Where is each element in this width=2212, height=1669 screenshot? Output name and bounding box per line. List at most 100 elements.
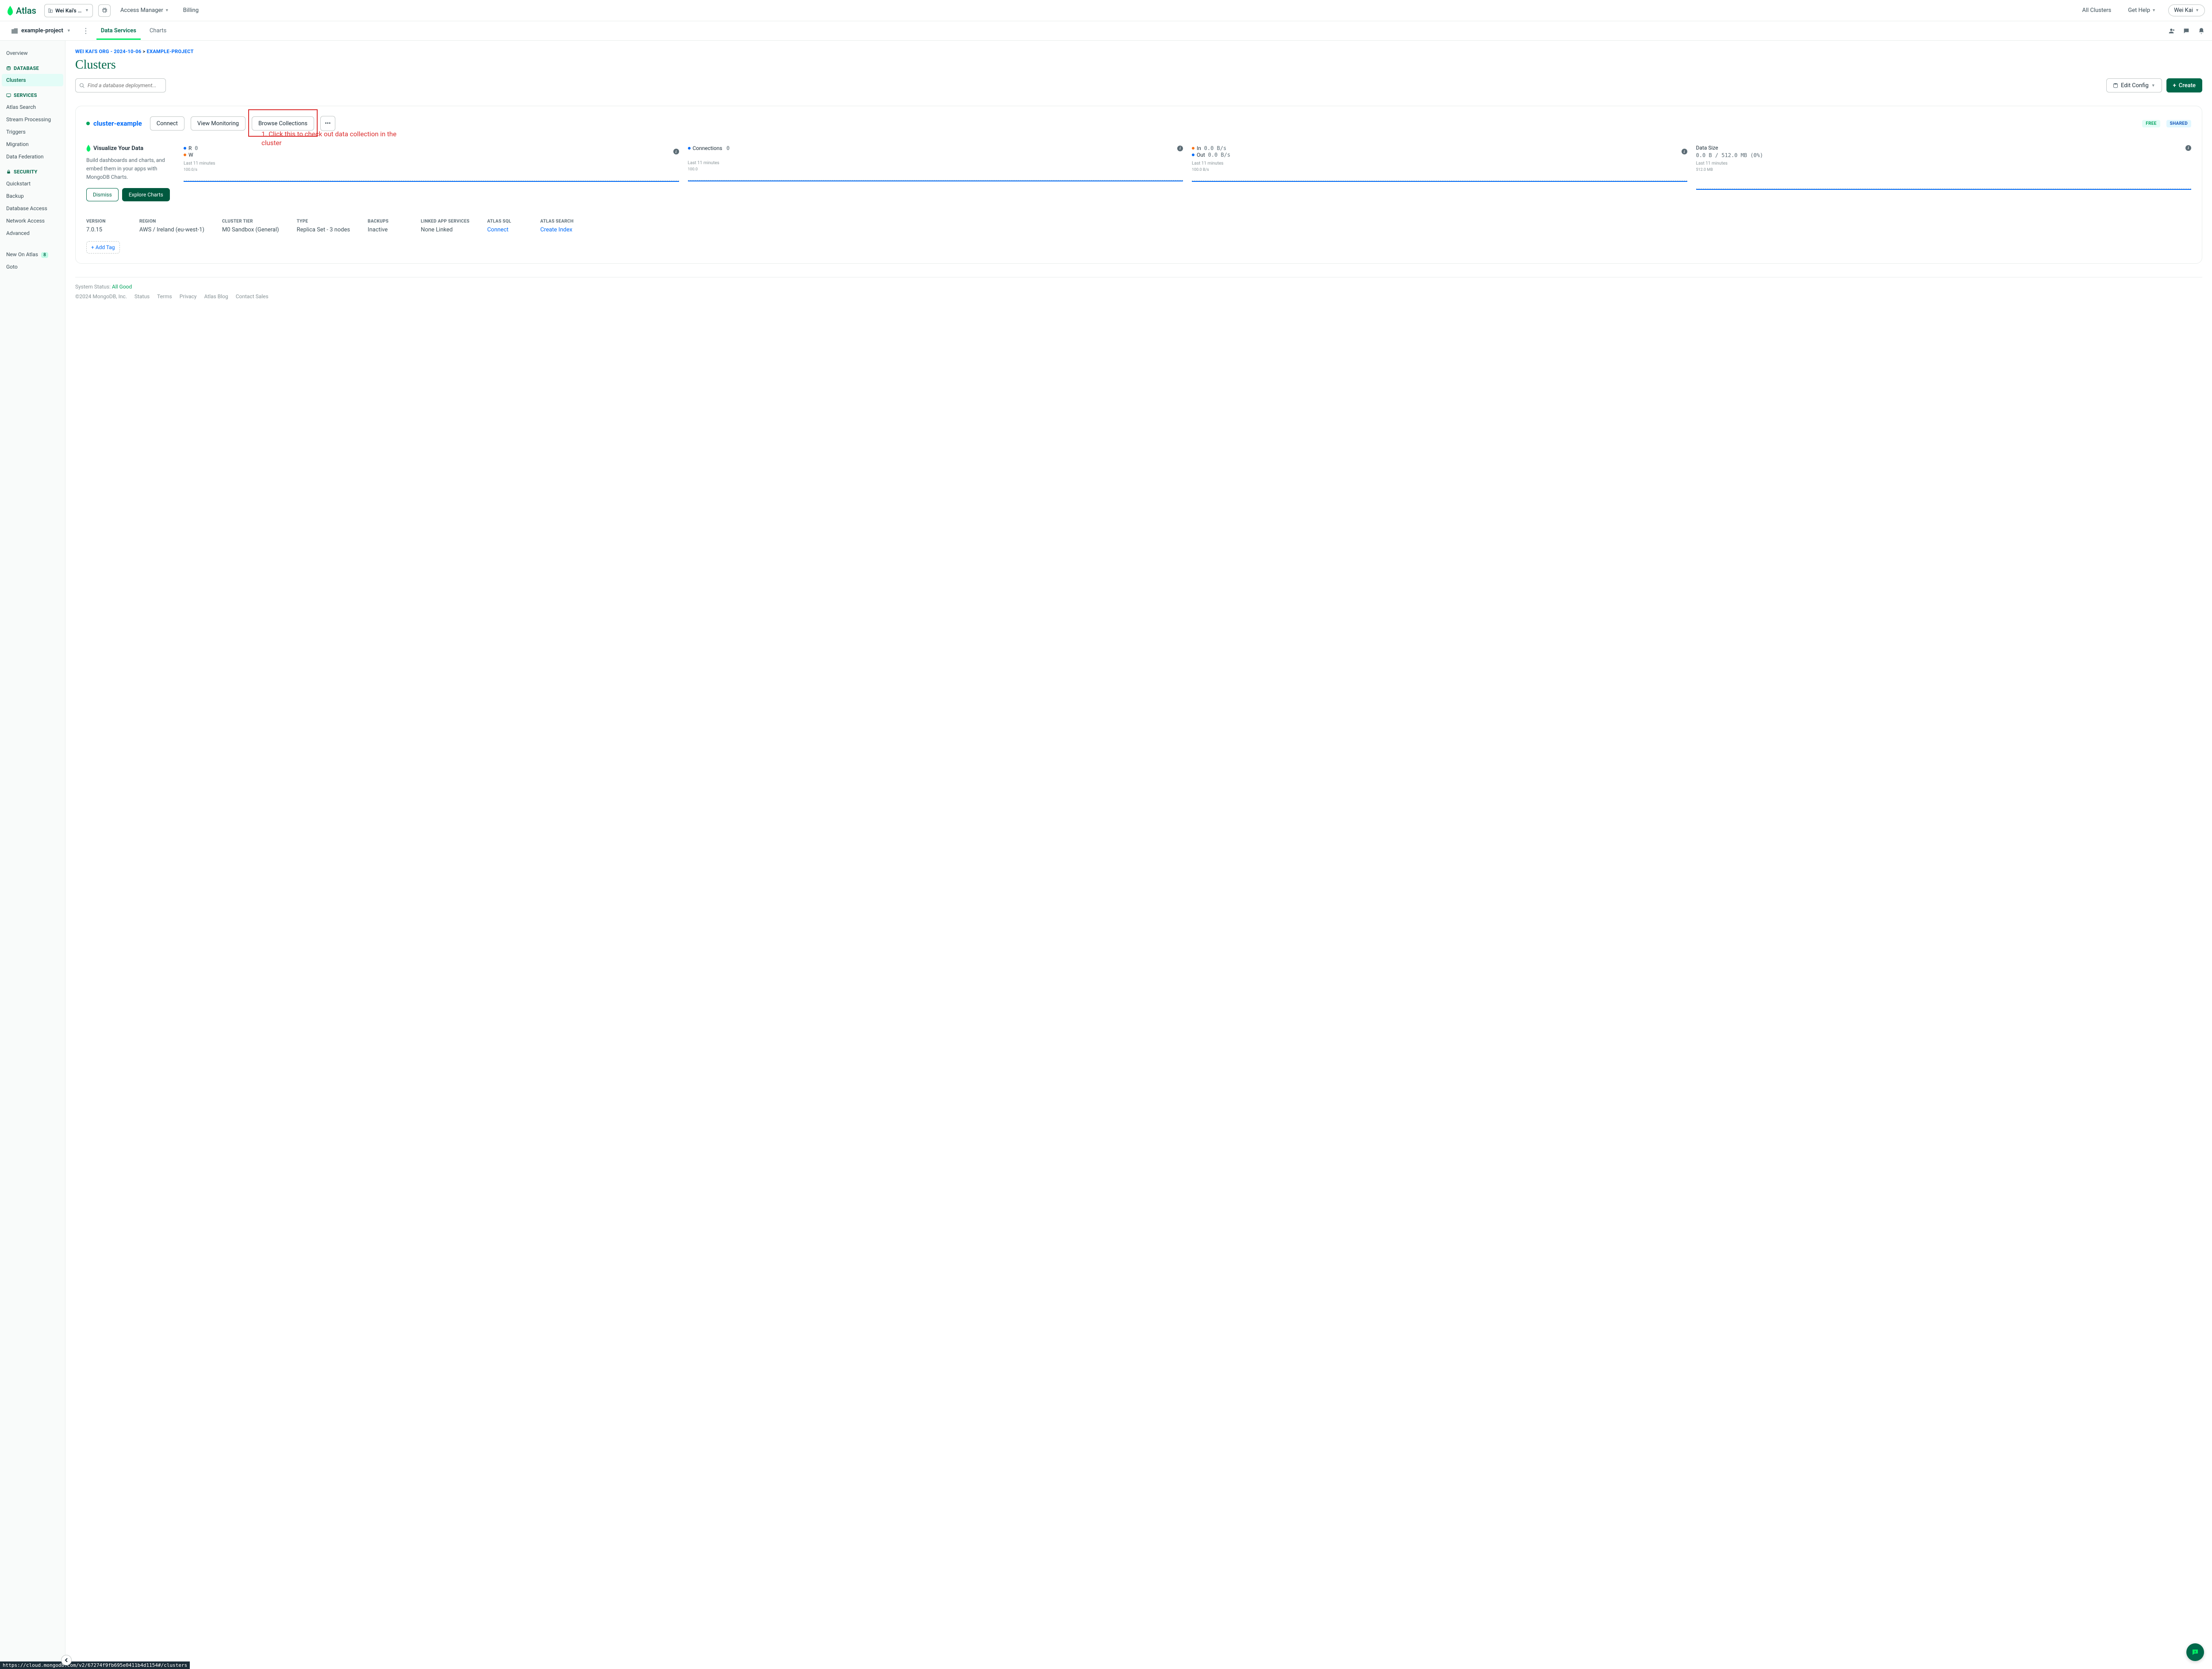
viz-description: Build dashboards and charts, and embed t… <box>86 156 175 182</box>
info-icon[interactable]: i <box>1177 146 1183 151</box>
search-input[interactable] <box>88 82 162 88</box>
detail-type: Replica Set - 3 nodes <box>297 227 350 233</box>
sidebar-head-database: DATABASE <box>0 59 65 74</box>
dismiss-button[interactable]: Dismiss <box>86 188 119 201</box>
footer-contact-link[interactable]: Contact Sales <box>236 293 269 300</box>
get-help-link[interactable]: Get Help▼ <box>2124 7 2160 14</box>
visualize-panel: Visualize Your Data Build dashboards and… <box>86 145 175 201</box>
sidebar: Overview DATABASE Clusters SERVICES Atla… <box>0 41 65 1669</box>
view-monitoring-button[interactable]: View Monitoring <box>191 116 246 131</box>
crumb-org[interactable]: WEI KAI'S ORG - 2024-10-06 <box>75 49 142 54</box>
project-bar: example-project ▼ ⋮ Data Services Charts <box>0 21 2212 41</box>
new-count-badge: 8 <box>41 252 48 258</box>
explore-charts-button[interactable]: Explore Charts <box>122 188 170 201</box>
sidebar-goto[interactable]: Goto <box>0 261 65 273</box>
org-switcher[interactable]: Wei Kai's Or... ▼ <box>44 4 93 17</box>
sidebar-data-federation[interactable]: Data Federation <box>0 150 65 163</box>
plus-icon: + <box>2173 82 2176 89</box>
lock-icon <box>6 169 11 174</box>
metric-data-size: Data Size i 0.0 B / 512.0 MB (0%) Last 1… <box>1696 145 2192 201</box>
feedback-icon[interactable] <box>2183 27 2190 35</box>
add-tag-button[interactable]: + Add Tag <box>86 241 120 254</box>
main-content: WEI KAI'S ORG - 2024-10-06 > EXAMPLE-PRO… <box>65 41 2212 1669</box>
detail-region: AWS / Ireland (eu-west-1) <box>139 227 204 233</box>
cluster-details: VERSION7.0.15 REGIONAWS / Ireland (eu-we… <box>86 219 2191 233</box>
org-icon <box>48 8 53 13</box>
database-icon <box>6 66 11 71</box>
metric-rw: R 0 W i Last 11 minutes 100.0/s <box>184 145 679 201</box>
sidebar-new-on-atlas[interactable]: New On Atlas 8 <box>0 248 65 261</box>
info-icon[interactable]: i <box>673 149 679 154</box>
sparkline-chart <box>1192 173 1687 181</box>
sidebar-database-access[interactable]: Database Access <box>0 202 65 215</box>
leaf-icon <box>86 145 91 152</box>
user-menu[interactable]: Wei Kai▼ <box>2168 4 2205 16</box>
chat-icon: A <box>2191 1648 2199 1656</box>
dot-icon <box>184 154 186 156</box>
bell-icon[interactable] <box>2198 27 2205 35</box>
chevron-down-icon: ▼ <box>85 8 89 13</box>
project-menu-button[interactable]: ⋮ <box>80 27 92 35</box>
browser-status-bar: https://cloud.mongodb.com/v2/67274f9fb69… <box>0 1661 190 1669</box>
sidebar-stream-processing[interactable]: Stream Processing <box>0 113 65 126</box>
sidebar-backup[interactable]: Backup <box>0 190 65 202</box>
sidebar-network-access[interactable]: Network Access <box>0 215 65 227</box>
footer-status-link[interactable]: Status <box>134 293 150 300</box>
search-deployments[interactable] <box>75 78 166 92</box>
tab-charts[interactable]: Charts <box>145 22 171 39</box>
system-status-link[interactable]: All Good <box>112 284 132 290</box>
all-clusters-link[interactable]: All Clusters <box>2078 7 2116 14</box>
org-settings-button[interactable] <box>98 4 111 17</box>
access-manager-link[interactable]: Access Manager▼ <box>116 7 173 14</box>
project-name: example-project <box>21 27 63 34</box>
dots-icon: ••• <box>325 120 330 127</box>
footer-privacy-link[interactable]: Privacy <box>180 293 197 300</box>
atlas-logo[interactable]: Atlas <box>7 5 36 16</box>
dot-icon <box>184 147 186 150</box>
cluster-name-link[interactable]: cluster-example <box>86 119 142 127</box>
footer-blog-link[interactable]: Atlas Blog <box>204 293 228 300</box>
cluster-more-menu[interactable]: ••• <box>320 116 335 131</box>
sidebar-atlas-search[interactable]: Atlas Search <box>0 101 65 113</box>
detail-version: 7.0.15 <box>86 227 122 233</box>
sidebar-quickstart[interactable]: Quickstart <box>0 177 65 190</box>
info-icon[interactable]: i <box>2185 145 2191 151</box>
edit-config-button[interactable]: Edit Config ▼ <box>2106 78 2162 92</box>
brand-text: Atlas <box>16 5 36 16</box>
cluster-header: cluster-example Connect View Monitoring … <box>86 116 2191 131</box>
crumb-project[interactable]: EXAMPLE-PROJECT <box>147 49 194 54</box>
billing-link[interactable]: Billing <box>179 7 203 14</box>
sparkline-chart <box>184 173 679 181</box>
sparkline-chart <box>688 173 1183 181</box>
sidebar-overview[interactable]: Overview <box>0 47 65 59</box>
chevron-down-icon: ▼ <box>2195 8 2199 13</box>
sidebar-migration[interactable]: Migration <box>0 138 65 150</box>
invite-icon[interactable] <box>2168 27 2175 35</box>
sidebar-triggers[interactable]: Triggers <box>0 126 65 138</box>
sidebar-clusters[interactable]: Clusters <box>2 74 63 86</box>
folder-icon <box>12 28 18 34</box>
project-switcher[interactable]: example-project ▼ <box>7 25 75 36</box>
metric-io: In 0.0 B/s Out 0.0 B/s i Last 11 minutes… <box>1192 145 1687 201</box>
topbar: Atlas Wei Kai's Or... ▼ Access Manager▼ … <box>0 0 2212 21</box>
chat-fab[interactable]: A <box>2186 1643 2204 1661</box>
viz-title: Visualize Your Data <box>93 145 143 152</box>
tab-data-services[interactable]: Data Services <box>96 22 141 39</box>
connect-button[interactable]: Connect <box>150 116 184 131</box>
chevron-left-icon <box>64 1658 69 1662</box>
status-dot-icon <box>86 122 90 125</box>
detail-linked: None Linked <box>421 227 469 233</box>
footer-terms-link[interactable]: Terms <box>157 293 172 300</box>
atlas-search-create-index-link[interactable]: Create Index <box>540 227 576 233</box>
sidebar-advanced[interactable]: Advanced <box>0 227 65 239</box>
chevron-down-icon: ▼ <box>2151 83 2155 88</box>
browse-collections-button[interactable]: Browse Collections <box>252 116 314 131</box>
sidebar-collapse-button[interactable] <box>61 1655 72 1665</box>
page-title: Clusters <box>75 58 2202 72</box>
cluster-card: cluster-example Connect View Monitoring … <box>75 106 2202 264</box>
services-icon <box>6 93 11 98</box>
info-icon[interactable]: i <box>1682 149 1687 154</box>
sidebar-head-services: SERVICES <box>0 86 65 101</box>
atlas-sql-connect-link[interactable]: Connect <box>487 227 522 233</box>
create-button[interactable]: + Create <box>2166 78 2202 92</box>
